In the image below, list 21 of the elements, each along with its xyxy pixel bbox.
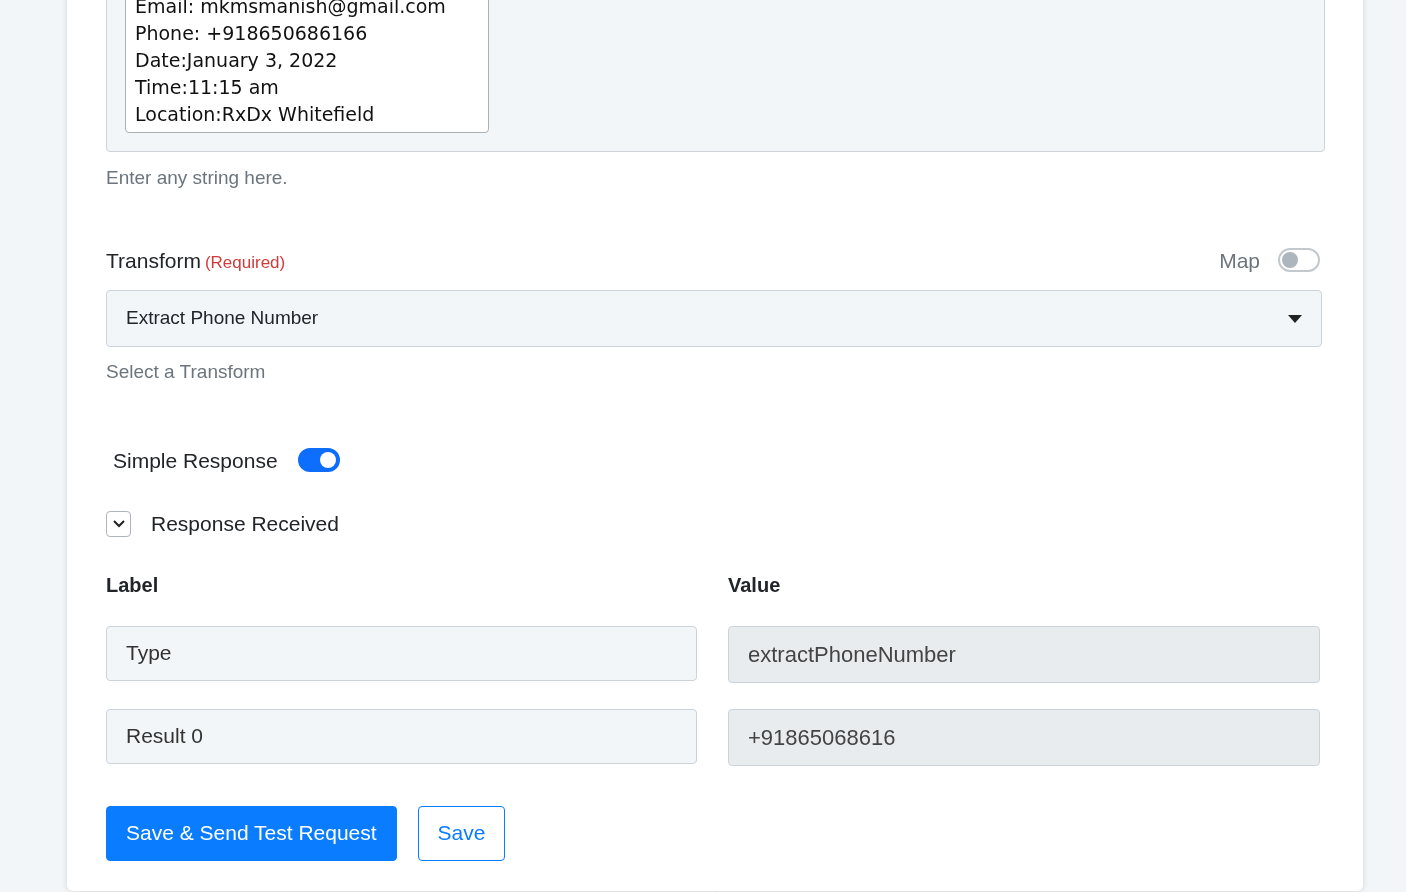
map-label: Map: [1219, 247, 1260, 274]
save-button[interactable]: Save: [417, 805, 506, 861]
label-field[interactable]: Type: [106, 625, 697, 681]
help-text: Select a Transform: [106, 360, 267, 384]
required-note: (Required): [204, 251, 286, 274]
value-field[interactable]: extractPhoneNumber: [728, 625, 1320, 683]
column-header: Value: [728, 572, 782, 598]
field-label: Transform: [106, 247, 201, 274]
label-field[interactable]: Result 0: [106, 708, 697, 764]
send-button[interactable]: Save & Send Test Request: [106, 805, 397, 861]
caret-icon: [1288, 314, 1302, 323]
expand-toggle[interactable]: [106, 510, 131, 537]
help-text: Enter any string here.: [106, 166, 289, 190]
section-title: Response Received: [151, 511, 339, 537]
column-header: Label: [106, 572, 160, 598]
simple-response-toggle[interactable]: [297, 448, 340, 473]
chevron-down-icon: [112, 519, 125, 528]
toggle-label: Simple Response: [113, 447, 278, 474]
value-field[interactable]: +91865068616: [728, 708, 1320, 766]
map-toggle[interactable]: [1278, 248, 1320, 273]
transform-select[interactable]: Extract Phone Number: [106, 290, 1322, 347]
